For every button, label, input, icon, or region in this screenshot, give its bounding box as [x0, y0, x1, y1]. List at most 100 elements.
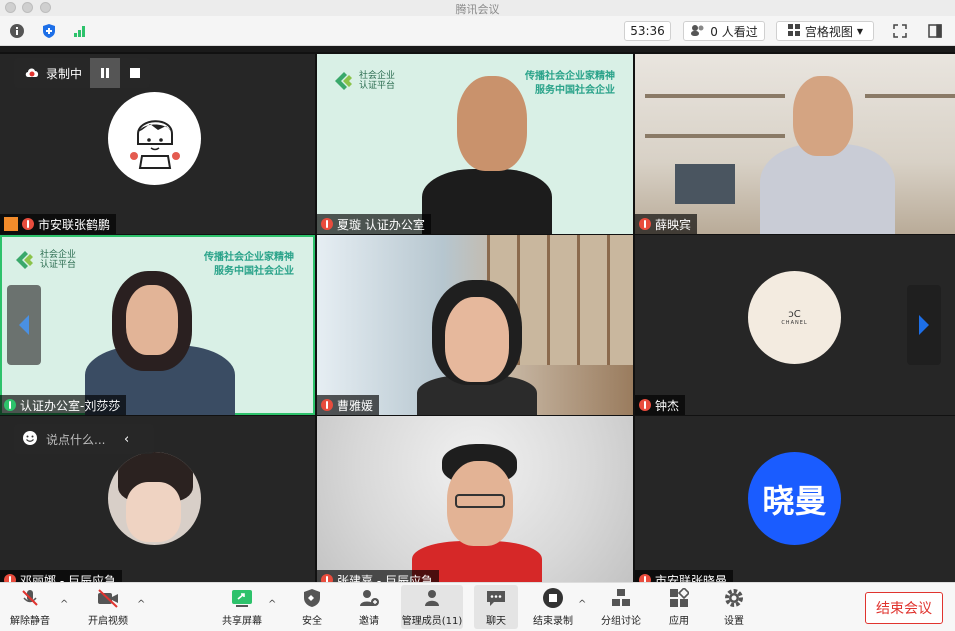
cloud-record-icon	[24, 66, 40, 81]
participant-nametag: 钟杰	[635, 395, 686, 415]
participant-name: 夏璇 认证办公室	[337, 217, 425, 232]
shelf	[865, 94, 955, 98]
previous-page-button[interactable]	[7, 285, 41, 365]
mic-muted-icon	[22, 218, 34, 230]
participant-nametag: 邓丽娜 - 巨辰应急	[0, 570, 122, 582]
participant-name: 薛映宾	[655, 217, 692, 232]
title-bar: 腾讯会议	[0, 0, 955, 16]
participant-nametag: 薛映宾	[635, 214, 698, 234]
viewers-count: 0 人看过	[710, 24, 758, 39]
avatar	[108, 92, 201, 185]
avatar	[108, 452, 201, 545]
mic-muted-icon	[321, 218, 333, 230]
collapse-chevron-icon[interactable]: ‹	[124, 432, 129, 447]
shelf	[645, 94, 785, 98]
emoji-icon[interactable]	[22, 430, 38, 449]
record-options-caret-icon[interactable]: ^	[578, 599, 586, 610]
participant-tile[interactable]: 晓曼 市安联张晓曼	[635, 416, 955, 582]
mic-muted-icon	[321, 399, 333, 411]
fullscreen-icon[interactable]	[891, 22, 909, 40]
unmute-button[interactable]: 解除静音	[10, 587, 50, 627]
breakout-rooms-button[interactable]: 分组讨论	[601, 587, 641, 627]
participant-nametag: 市安联张晓曼	[635, 570, 734, 582]
shelf	[645, 134, 785, 138]
info-icon[interactable]	[8, 22, 26, 40]
end-meeting-button[interactable]: 结束会议	[865, 592, 943, 624]
chat-input[interactable]: 说点什么...	[46, 431, 116, 448]
stop-icon	[130, 68, 141, 78]
person-head	[445, 297, 509, 382]
participant-tile[interactable]: 薛映宾	[635, 54, 955, 234]
add-person-icon	[357, 587, 381, 609]
logo-icon	[14, 249, 36, 271]
sidebar-toggle-icon[interactable]	[926, 22, 944, 40]
banner-text: 传播社会企业家精神 服务中国社会企业	[204, 252, 294, 277]
avatar: 晓曼	[748, 452, 841, 545]
view-mode-label: 宫格视图	[804, 24, 853, 39]
pause-recording-button[interactable]	[90, 58, 121, 88]
chanel-logo-icon: ↄC	[788, 309, 801, 320]
participant-tile[interactable]: ↄC CHANEL 钟杰	[635, 235, 955, 415]
participant-name: 钟杰	[655, 398, 680, 413]
participant-name: 邓丽娜 - 巨辰应急	[20, 573, 116, 583]
security-button[interactable]: 安全	[300, 587, 324, 627]
share-screen-button[interactable]: 共享屏幕	[222, 587, 262, 627]
mic-muted-icon	[639, 399, 651, 411]
participant-name: 曹雅媛	[337, 398, 374, 413]
shield-icon[interactable]	[40, 22, 58, 40]
meeting-toolbar: 解除静音 ^ 开启视频 ^ 共享屏幕 ^ 安全 邀请 管理成员(11) 聊天 结…	[0, 582, 955, 631]
stop-record-icon	[541, 587, 565, 609]
person-head	[793, 76, 853, 156]
gear-icon	[722, 587, 746, 609]
invite-button[interactable]: 邀请	[357, 587, 381, 627]
recording-indicator: 录制中	[14, 58, 151, 88]
participant-nametag: 张建嘉 - 巨辰应急	[317, 570, 439, 582]
shield-icon	[300, 587, 324, 609]
next-page-button[interactable]	[907, 285, 941, 365]
mic-on-icon	[4, 399, 16, 411]
quick-chat-bar[interactable]: 说点什么... ‹	[14, 424, 154, 454]
start-video-button[interactable]: 开启视频	[88, 587, 128, 627]
logo-text: 社会企业 认证平台	[40, 250, 77, 270]
person-icon	[420, 587, 444, 609]
logo-icon	[333, 70, 355, 92]
signal-icon[interactable]	[71, 22, 89, 40]
stop-recording-button[interactable]: 结束录制	[533, 587, 573, 627]
apps-icon	[667, 587, 691, 609]
mic-muted-icon	[4, 574, 16, 582]
mic-muted-icon	[639, 218, 651, 230]
grid-icon	[787, 23, 801, 40]
caret-down-icon: ▼	[856, 26, 864, 36]
chat-bubble-icon	[484, 587, 508, 609]
settings-button[interactable]: 设置	[722, 587, 746, 627]
participant-tile[interactable]: 张建嘉 - 巨辰应急	[317, 416, 633, 582]
view-mode-dropdown[interactable]: 宫格视图 ▼	[776, 21, 874, 41]
manage-members-button[interactable]: 管理成员(11)	[401, 585, 463, 629]
person-body	[760, 144, 895, 234]
share-options-caret-icon[interactable]: ^	[268, 599, 276, 610]
recording-label: 录制中	[46, 66, 83, 81]
person-body	[422, 169, 552, 234]
participant-name: 市安联张鹤鹏	[38, 217, 111, 232]
stop-recording-small-button[interactable]	[120, 58, 150, 88]
participant-tile[interactable]: 社会企业 认证平台 传播社会企业家精神 服务中国社会企业 夏璇 认证办公室	[317, 54, 633, 234]
mic-muted-icon	[639, 574, 651, 582]
people-icon	[690, 24, 706, 39]
chat-button[interactable]: 聊天	[474, 585, 518, 629]
glasses	[455, 494, 505, 508]
logo-text: 社会企业 认证平台	[359, 71, 396, 91]
audio-options-caret-icon[interactable]: ^	[60, 599, 68, 610]
mic-off-icon	[18, 587, 42, 609]
mic-muted-icon	[321, 574, 333, 582]
participant-tile[interactable]: 曹雅媛	[317, 235, 633, 415]
person-head	[126, 285, 178, 355]
banner-text: 传播社会企业家精神 服务中国社会企业	[525, 71, 615, 96]
avatar-brand-text: CHANEL	[781, 320, 808, 326]
participant-tile-active[interactable]: 社会企业 认证平台 传播社会企业家精神 服务中国社会企业 认证办公室-刘莎莎	[0, 235, 315, 415]
participant-nametag: 认证办公室-刘莎莎	[0, 395, 127, 415]
apps-button[interactable]: 应用	[667, 587, 691, 627]
participant-name: 认证办公室-刘莎莎	[20, 398, 121, 413]
video-options-caret-icon[interactable]: ^	[137, 599, 145, 610]
pause-icon	[101, 68, 110, 78]
viewers-button[interactable]: 0 人看过	[683, 21, 765, 41]
